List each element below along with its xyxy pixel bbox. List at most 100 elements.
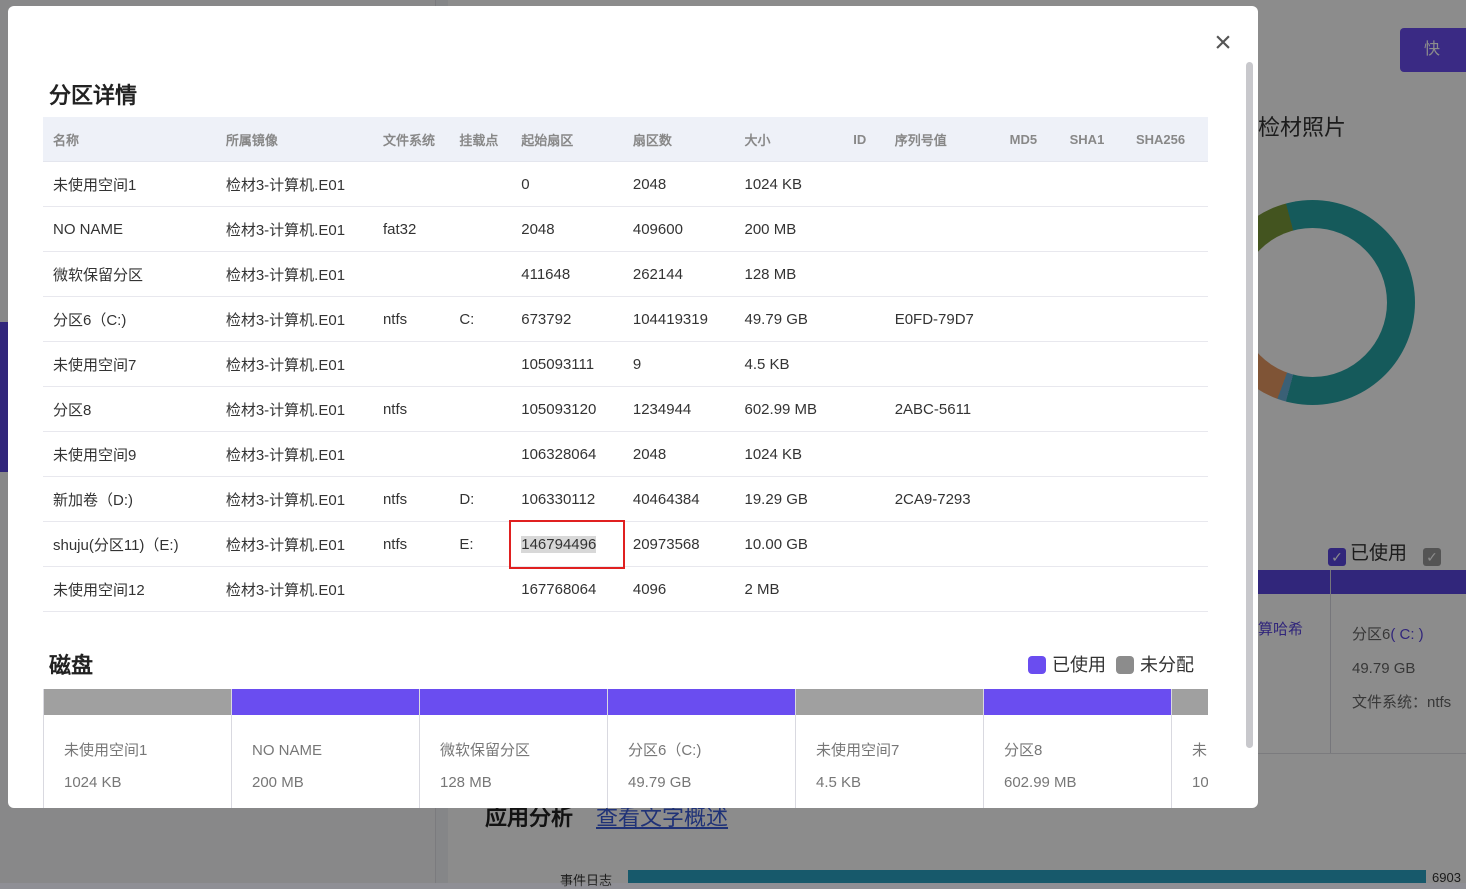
table-cell xyxy=(884,431,1000,477)
table-cell xyxy=(999,521,1060,567)
table-cell: 2048 xyxy=(622,161,735,207)
column-header[interactable]: 挂载点 xyxy=(449,117,512,162)
table-row[interactable]: 未使用空间12 检材3-计算机.E01 167768064 4096 2 MB xyxy=(43,566,1208,612)
table-cell: 未使用空间1 xyxy=(43,161,216,207)
table-cell: 146794496 xyxy=(509,519,625,569)
disk-segment[interactable]: 分区8 602.99 MB xyxy=(983,689,1171,808)
column-header[interactable]: SHA1 xyxy=(1059,117,1126,162)
table-cell xyxy=(999,341,1060,387)
table-cell: 411648 xyxy=(511,251,623,297)
dialog-title: 分区详情 xyxy=(49,83,138,108)
table-cell: 检材3-计算机.E01 xyxy=(215,341,373,387)
disk-segment[interactable]: 未使用空间7 4.5 KB xyxy=(795,689,983,808)
table-cell xyxy=(843,431,885,477)
used-swatch-icon[interactable] xyxy=(1028,656,1046,674)
table-cell: 1024 KB xyxy=(734,431,844,477)
disk-segment[interactable]: 未使用空间1 1024 KB xyxy=(43,689,231,808)
table-row[interactable]: 未使用空间1 检材3-计算机.E01 0 2048 1024 KB xyxy=(43,161,1208,207)
table-cell xyxy=(449,251,512,297)
table-cell xyxy=(999,296,1060,342)
table-cell: shuju(分区11)（E:) xyxy=(43,521,216,567)
table-cell: 2CA9-7293 xyxy=(884,476,1000,522)
column-header[interactable]: SHA256 xyxy=(1125,117,1208,162)
disk-segment[interactable]: 未 10 xyxy=(1171,689,1208,808)
table-cell xyxy=(1059,386,1126,432)
table-cell xyxy=(843,296,885,342)
column-header[interactable]: 大小 xyxy=(734,117,844,162)
table-cell: E0FD-79D7 xyxy=(884,296,1000,342)
table-cell: 104419319 xyxy=(622,296,735,342)
table-cell xyxy=(1125,341,1208,387)
segment-bar xyxy=(420,689,607,715)
disk-legend: 已使用 未分配 xyxy=(1028,651,1194,677)
disk-segment[interactable]: NO NAME 200 MB xyxy=(231,689,419,808)
table-row[interactable]: 新加卷（D:) 检材3-计算机.E01 ntfs D: 106330112 4046438… xyxy=(43,476,1208,522)
segment-info: NO NAME 200 MB xyxy=(232,715,419,799)
segment-bar xyxy=(796,689,983,715)
table-cell xyxy=(1059,566,1126,612)
table-cell xyxy=(372,341,450,387)
table-cell: 9 xyxy=(622,341,735,387)
column-header[interactable]: 所属镜像 xyxy=(215,117,373,162)
table-cell xyxy=(843,386,885,432)
table-row[interactable]: 未使用空间7 检材3-计算机.E01 105093111 9 4.5 KB xyxy=(43,341,1208,387)
table-row[interactable]: 分区8 检材3-计算机.E01 ntfs 105093120 1234944 602.99… xyxy=(43,386,1208,432)
table-row[interactable]: shuju(分区11)（E:) 检材3-计算机.E01 ntfs E: 14679449… xyxy=(43,519,1208,569)
segment-size: 200 MB xyxy=(252,774,304,791)
table-row[interactable]: 微软保留分区 检材3-计算机.E01 411648 262144 128 MB xyxy=(43,251,1208,297)
selected-text: 146794496 xyxy=(521,535,597,553)
table-cell: 检材3-计算机.E01 xyxy=(215,521,373,567)
table-cell xyxy=(372,431,450,477)
scrollbar[interactable] xyxy=(1246,62,1253,748)
segment-info: 未使用空间7 4.5 KB xyxy=(796,715,983,799)
table-cell xyxy=(1125,431,1208,477)
close-icon[interactable]: × xyxy=(1208,28,1238,58)
table-cell xyxy=(999,476,1060,522)
table-row[interactable]: 未使用空间9 检材3-计算机.E01 106328064 2048 1024 KB xyxy=(43,431,1208,477)
table-cell xyxy=(1059,476,1126,522)
disk-title: 磁盘 xyxy=(49,653,94,678)
table-cell: ntfs xyxy=(372,386,450,432)
table-cell: 49.79 GB xyxy=(734,296,844,342)
disk-segment[interactable]: 微软保留分区 128 MB xyxy=(419,689,607,808)
column-header[interactable]: 名称 xyxy=(43,117,216,162)
segment-name: 分区6（C:) xyxy=(628,742,702,759)
unallocated-swatch-icon[interactable] xyxy=(1116,656,1134,674)
table-cell xyxy=(999,566,1060,612)
table-cell xyxy=(449,206,512,252)
table-cell: 检材3-计算机.E01 xyxy=(215,566,373,612)
column-header[interactable]: 起始扇区 xyxy=(511,117,623,162)
table-cell: E: xyxy=(449,521,512,567)
table-cell xyxy=(372,251,450,297)
table-cell xyxy=(1125,521,1208,567)
table-cell xyxy=(843,206,885,252)
table-cell: 2 MB xyxy=(734,566,844,612)
table-cell xyxy=(843,341,885,387)
table-cell: 检材3-计算机.E01 xyxy=(215,386,373,432)
table-cell xyxy=(999,251,1060,297)
table-cell: 20973568 xyxy=(622,521,735,567)
table-cell: 0 xyxy=(511,161,623,207)
table-row[interactable]: NO NAME 检材3-计算机.E01 fat32 2048 409600 200 MB xyxy=(43,206,1208,252)
column-header[interactable]: ID xyxy=(843,117,885,162)
table-cell: 409600 xyxy=(622,206,735,252)
table-cell: 673792 xyxy=(511,296,623,342)
table-cell xyxy=(843,161,885,207)
table-cell xyxy=(884,521,1000,567)
table-row[interactable]: 分区6（C:) 检材3-计算机.E01 ntfs C: 673792 104419319 4… xyxy=(43,296,1208,342)
table-cell: 检材3-计算机.E01 xyxy=(215,476,373,522)
segment-size: 4.5 KB xyxy=(816,774,862,791)
segment-bar xyxy=(1172,689,1208,715)
column-header[interactable]: 文件系统 xyxy=(372,117,450,162)
disk-segment[interactable]: 分区6（C:) 49.79 GB xyxy=(607,689,795,808)
table-cell: 2ABC-5611 xyxy=(884,386,1000,432)
table-cell xyxy=(999,206,1060,252)
column-header[interactable]: 序列号值 xyxy=(884,117,1000,162)
table-cell: 检材3-计算机.E01 xyxy=(215,431,373,477)
column-header[interactable]: 扇区数 xyxy=(622,117,735,162)
table-cell: 2048 xyxy=(511,206,623,252)
table-cell xyxy=(1125,161,1208,207)
column-header[interactable]: MD5 xyxy=(999,117,1060,162)
segment-size: 49.79 GB xyxy=(628,774,692,791)
segment-name: NO NAME xyxy=(252,742,323,759)
